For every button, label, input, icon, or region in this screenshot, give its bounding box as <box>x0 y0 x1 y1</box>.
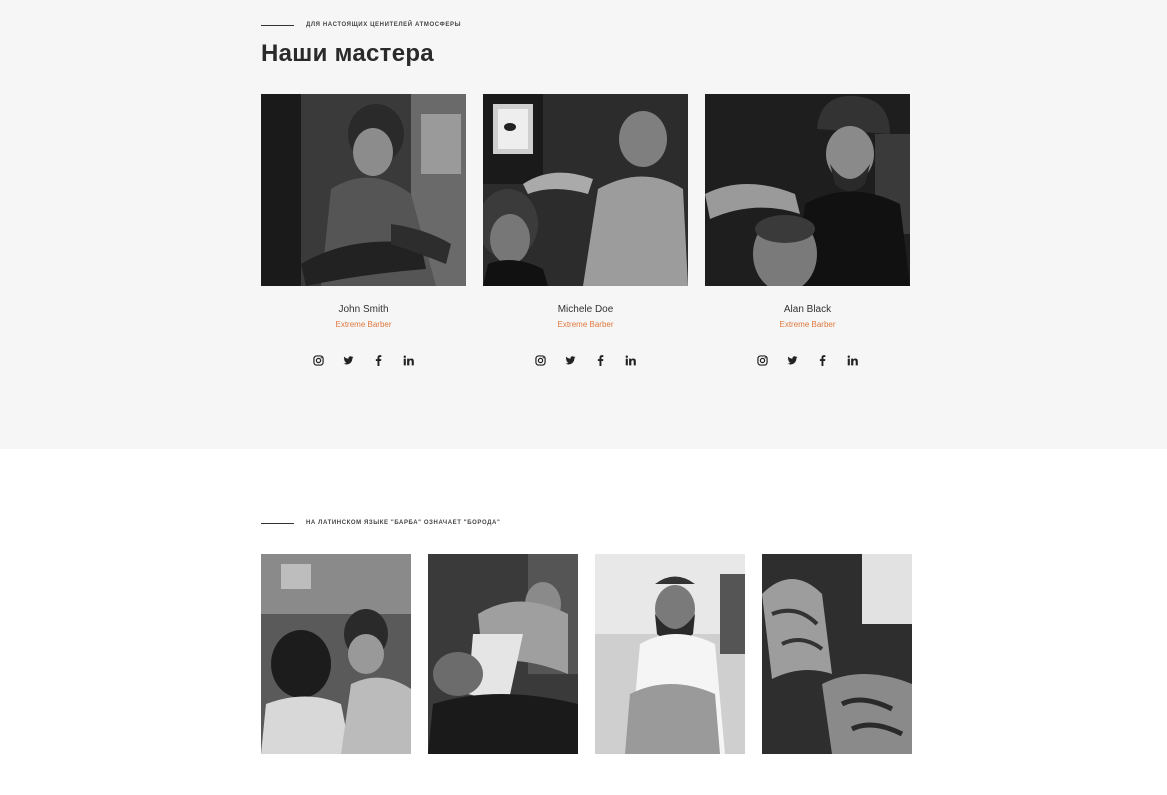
twitter-icon[interactable] <box>342 353 356 367</box>
twitter-icon[interactable] <box>564 353 578 367</box>
gallery-photo[interactable] <box>762 554 912 754</box>
facebook-icon[interactable] <box>594 353 608 367</box>
masters-list: John Smith Extreme Barber Michele Doe Ex… <box>261 94 910 367</box>
gallery-photo[interactable] <box>261 554 411 754</box>
master-card: Alan Black Extreme Barber <box>705 94 910 367</box>
section-kicker: для настоящих ценителей атмосферы <box>261 22 461 28</box>
master-role: Extreme Barber <box>779 320 836 329</box>
kicker-line <box>261 522 294 524</box>
kicker-line <box>261 24 294 26</box>
kicker-text: на латинском языке "барба" означает "бор… <box>306 520 501 526</box>
facebook-icon[interactable] <box>372 353 386 367</box>
instagram-icon[interactable] <box>534 353 548 367</box>
linkedin-icon[interactable] <box>624 353 638 367</box>
master-name: John Smith <box>338 304 389 315</box>
kicker-text: для настоящих ценителей атмосферы <box>306 22 462 28</box>
instagram-icon[interactable] <box>312 353 326 367</box>
gallery-photo[interactable] <box>428 554 578 754</box>
master-photo <box>483 94 688 286</box>
master-photo <box>261 94 466 286</box>
gallery-photo[interactable] <box>595 554 745 754</box>
master-card: John Smith Extreme Barber <box>261 94 466 367</box>
twitter-icon[interactable] <box>786 353 800 367</box>
gallery-list <box>261 554 912 754</box>
social-links <box>312 353 416 367</box>
masters-section: для настоящих ценителей атмосферы Наши м… <box>0 0 1167 449</box>
section-title: Наши мастера <box>261 40 434 67</box>
master-name: Alan Black <box>783 304 832 315</box>
master-name: Michele Doe <box>557 304 614 315</box>
social-links <box>756 353 860 367</box>
master-role: Extreme Barber <box>335 320 392 329</box>
linkedin-icon[interactable] <box>846 353 860 367</box>
social-links <box>534 353 638 367</box>
master-card: Michele Doe Extreme Barber <box>483 94 688 367</box>
linkedin-icon[interactable] <box>402 353 416 367</box>
facebook-icon[interactable] <box>816 353 830 367</box>
master-role: Extreme Barber <box>557 320 614 329</box>
instagram-icon[interactable] <box>756 353 770 367</box>
gallery-kicker: на латинском языке "барба" означает "бор… <box>261 520 500 526</box>
master-photo <box>705 94 910 286</box>
